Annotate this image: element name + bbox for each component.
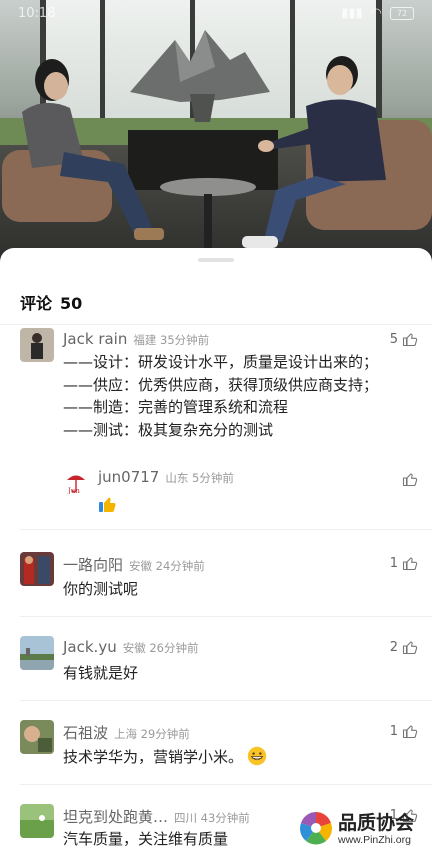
divider: [20, 616, 432, 617]
thumbs-up-icon: [402, 725, 418, 739]
comment-body: 技术学华为，营销学小米。: [63, 748, 244, 766]
username[interactable]: Jack.yu: [63, 638, 117, 656]
comment-line: ——供应：优秀供应商，获得顶级供应商支持；: [63, 375, 379, 394]
comments-title: 评论 50: [20, 290, 82, 314]
comment-time: 24分钟前: [155, 559, 205, 573]
user-location: 四川: [174, 811, 198, 825]
watermark-url: www.PinZhi.org: [338, 834, 411, 846]
username[interactable]: 坦克到处跑黄…: [63, 808, 168, 826]
username[interactable]: 一路向阳: [63, 556, 123, 574]
avatar[interactable]: [20, 328, 54, 362]
interviewer-figure: [22, 59, 164, 240]
user-location: 安徽: [129, 559, 153, 573]
comment-time: 35分钟前: [160, 333, 210, 347]
reply-author[interactable]: jun0717 山东 5分钟前: [98, 468, 234, 486]
signal-icon: ▮▮▮: [341, 6, 363, 21]
user-location: 安徽: [122, 641, 146, 655]
comment-author[interactable]: 一路向阳 安徽 24分钟前: [63, 554, 205, 575]
comment-time: 43分钟前: [200, 811, 250, 825]
speaker-figure: [242, 56, 386, 248]
avatar[interactable]: [20, 552, 54, 586]
like-count: 1: [389, 555, 398, 571]
thumbs-up-icon: [402, 557, 418, 571]
thumbs-up-emoji-icon: [99, 497, 116, 512]
thumbs-up-icon: [402, 641, 418, 655]
comment-text: 技术学华为，营销学小米。: [63, 746, 267, 769]
thumbs-up-icon: [402, 333, 418, 347]
comment-line: ——测试：极其复杂充分的测试: [63, 420, 274, 439]
comment-author[interactable]: 坦克到处跑黄… 四川 43分钟前: [63, 806, 250, 827]
comments-title-label: 评论: [20, 294, 53, 313]
comment-author[interactable]: Jack.yu 安徽 26分钟前: [63, 638, 199, 656]
comment-time: 29分钟前: [140, 727, 190, 741]
divider: [20, 529, 432, 530]
avatar[interactable]: [20, 804, 54, 838]
thumbs-up-icon: [402, 473, 418, 487]
user-location: 山东: [165, 471, 189, 485]
avatar[interactable]: [20, 636, 54, 670]
like-button[interactable]: 2: [390, 639, 418, 655]
comment-time: 26分钟前: [149, 641, 199, 655]
status-time: 10:18: [18, 6, 56, 21]
svg-text:Jun: Jun: [67, 487, 80, 494]
wifi-icon: ◠: [370, 6, 382, 21]
comment-author[interactable]: Jack rain 福建 35分钟前: [63, 330, 209, 348]
comment-text: 汽车质量，关注维有质量: [63, 830, 229, 848]
like-count: 2: [389, 639, 398, 655]
comment-text: ——设计：研发设计水平，质量是设计出来的； ——供应：优秀供应商，获得顶级供应商…: [63, 351, 378, 441]
like-count: 5: [389, 331, 398, 347]
battery-icon: 72: [390, 7, 414, 20]
username[interactable]: jun0717: [98, 468, 159, 486]
user-location: 上海: [114, 727, 138, 741]
like-count: 1: [389, 723, 398, 739]
comment-text: 有钱就是好: [63, 664, 139, 682]
divider: [20, 700, 432, 701]
comment-time: 5分钟前: [192, 471, 234, 485]
comment-text: 你的测试呢: [63, 580, 139, 598]
comment-line: ——制造：完善的管理系统和流程: [63, 398, 289, 416]
status-bar: 10:18 ▮▮▮ ◠ 72: [0, 0, 432, 28]
comment-line: ——设计：研发设计水平，质量是设计出来的；: [63, 353, 379, 371]
comments-count: 50: [60, 294, 83, 313]
grinning-face-emoji-icon: [247, 746, 267, 766]
avatar[interactable]: [20, 720, 54, 754]
like-button[interactable]: 1: [390, 555, 418, 571]
table-leg: [204, 194, 212, 248]
like-button[interactable]: [402, 471, 418, 487]
reply-avatar[interactable]: Jun: [64, 470, 88, 494]
username[interactable]: Jack rain: [63, 330, 127, 348]
user-location: 福建: [133, 333, 157, 347]
like-button[interactable]: 1: [390, 723, 418, 739]
divider: [0, 324, 432, 325]
video-player[interactable]: 10:18 ▮▮▮ ◠ 72: [0, 0, 432, 262]
comment-author[interactable]: 石祖波 上海 29分钟前: [63, 722, 190, 743]
divider: [20, 784, 432, 785]
watermark: 品质协会 www.PinZhi.org: [298, 804, 424, 856]
username[interactable]: 石祖波: [63, 724, 108, 742]
watermark-title: 品质协会: [338, 812, 415, 834]
drag-handle[interactable]: [198, 258, 234, 262]
comments-sheet: 评论 50 Jack rain 福建 35分钟前 5 ——设计：研发设计水平，质量是…: [0, 248, 432, 862]
watermark-logo: [299, 811, 333, 845]
like-button[interactable]: 5: [390, 331, 418, 347]
